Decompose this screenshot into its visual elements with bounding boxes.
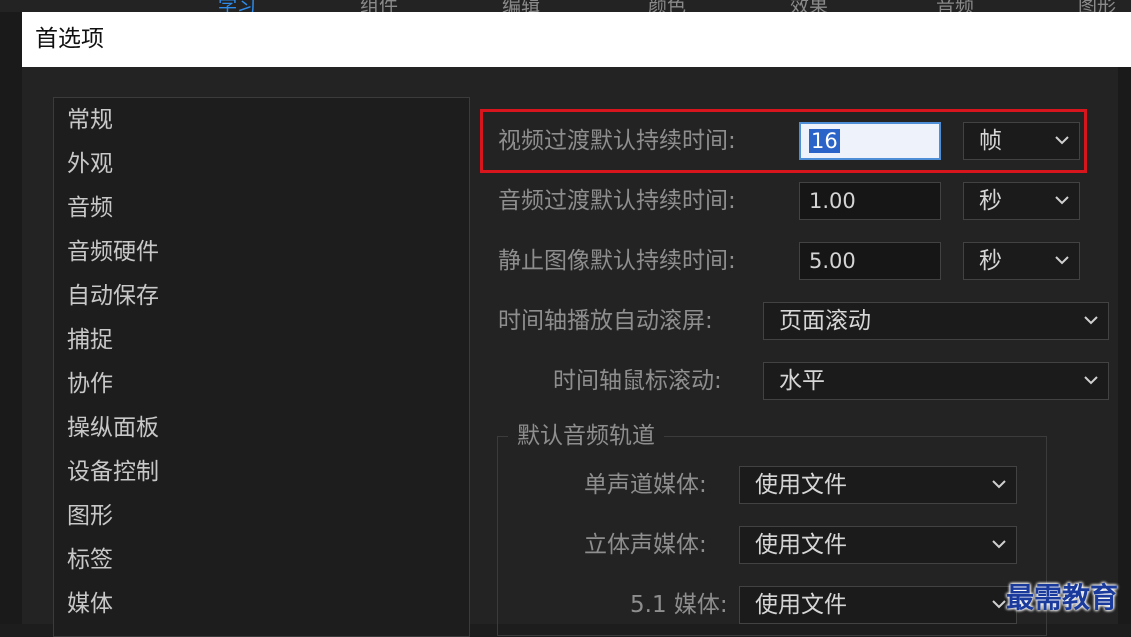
tab-learn[interactable]: 学习 — [218, 0, 256, 12]
category-graphics[interactable]: 图形 — [67, 501, 113, 531]
tab-color[interactable]: 颜色 — [648, 0, 686, 12]
dialog-title: 首选项 — [22, 12, 1131, 67]
tab-graphics[interactable]: 图形 — [1078, 0, 1116, 12]
tab-audio[interactable]: 音频 — [936, 0, 974, 12]
tab-editing[interactable]: 编辑 — [502, 0, 540, 12]
chevron-down-icon — [1055, 196, 1069, 205]
chevron-down-icon — [992, 600, 1006, 609]
timeline-autoscroll-select[interactable]: 页面滚动 — [763, 302, 1109, 340]
watermark-logo: 最需教育 — [1006, 581, 1119, 614]
tab-assembly[interactable]: 组件 — [360, 0, 398, 12]
chevron-down-icon — [1055, 256, 1069, 265]
mono-media-select[interactable]: 使用文件 — [739, 466, 1017, 504]
mono-media-value: 使用文件 — [755, 472, 847, 498]
timeline-autoscroll-label: 时间轴播放自动滚屏: — [498, 308, 713, 334]
category-device-control[interactable]: 设备控制 — [67, 457, 159, 487]
still-image-unit: 秒 — [979, 248, 1002, 274]
highlight-box — [480, 109, 1087, 173]
category-media[interactable]: 媒体 — [67, 589, 113, 619]
audio-transition-duration-input[interactable]: 1.00 — [799, 182, 941, 220]
mono-media-label: 单声道媒体: — [584, 472, 707, 498]
tab-effects[interactable]: 效果 — [790, 0, 828, 12]
category-capture[interactable]: 捕捉 — [67, 325, 113, 355]
timeline-mouse-scroll-select[interactable]: 水平 — [763, 362, 1109, 400]
category-control-surface[interactable]: 操纵面板 — [67, 413, 159, 443]
stereo-media-value: 使用文件 — [755, 532, 847, 558]
category-appearance[interactable]: 外观 — [67, 149, 113, 179]
timeline-autoscroll-value: 页面滚动 — [779, 308, 871, 334]
background-panel — [0, 12, 22, 624]
surround-media-label: 5.1 媒体: — [630, 592, 728, 618]
stereo-media-select[interactable]: 使用文件 — [739, 526, 1017, 564]
default-audio-tracks-title: 默认音频轨道 — [508, 421, 664, 451]
category-collaboration[interactable]: 协作 — [67, 369, 113, 399]
timeline-mouse-scroll-label: 时间轴鼠标滚动: — [553, 368, 722, 394]
chevron-down-icon — [1084, 316, 1098, 325]
category-general[interactable]: 常规 — [67, 105, 113, 135]
still-image-label: 静止图像默认持续时间: — [498, 248, 736, 274]
chevron-down-icon — [992, 540, 1006, 549]
still-image-duration-input[interactable]: 5.00 — [799, 242, 941, 280]
category-audio-hardware[interactable]: 音频硬件 — [67, 237, 159, 267]
category-audio[interactable]: 音频 — [67, 193, 113, 223]
chevron-down-icon — [992, 480, 1006, 489]
background-panel-right — [1118, 67, 1131, 624]
surround-media-select[interactable]: 使用文件 — [739, 586, 1017, 624]
still-image-unit-select[interactable]: 秒 — [963, 242, 1080, 280]
category-auto-save[interactable]: 自动保存 — [67, 281, 159, 311]
audio-transition-unit: 秒 — [979, 188, 1002, 214]
timeline-mouse-scroll-value: 水平 — [779, 368, 825, 394]
chevron-down-icon — [1084, 376, 1098, 385]
category-list: 常规 外观 音频 音频硬件 自动保存 捕捉 协作 操纵面板 设备控制 图形 标签… — [53, 97, 470, 637]
workspace-tabs: 学习 组件 编辑 颜色 效果 音频 图形 — [0, 0, 1131, 12]
surround-media-value: 使用文件 — [755, 592, 847, 618]
category-labels[interactable]: 标签 — [67, 545, 113, 575]
stereo-media-label: 立体声媒体: — [584, 532, 707, 558]
audio-transition-label: 音频过渡默认持续时间: — [498, 188, 736, 214]
audio-transition-unit-select[interactable]: 秒 — [963, 182, 1080, 220]
